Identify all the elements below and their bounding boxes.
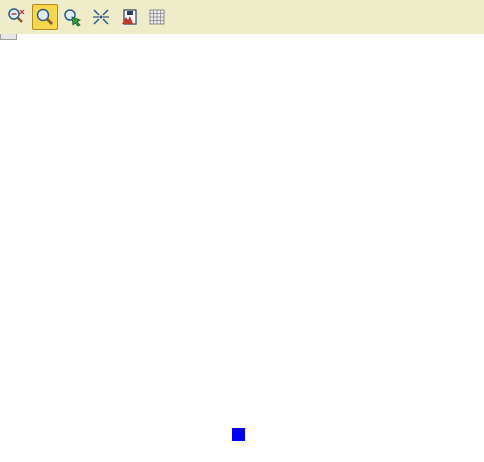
map-canvas[interactable]	[0, 34, 484, 462]
zoom-out-button[interactable]	[4, 4, 30, 30]
fit-extent-button[interactable]	[88, 4, 114, 30]
pan-button[interactable]	[60, 4, 86, 30]
grid-table-button[interactable]	[144, 4, 170, 30]
zoom-out-icon	[8, 8, 25, 23]
grid-table-icon	[149, 9, 165, 25]
panel-corner-tab[interactable]	[0, 34, 17, 40]
save-map-button[interactable]	[116, 4, 142, 30]
save-map-icon	[122, 9, 137, 25]
map-toolbar	[0, 0, 484, 34]
zoom-in-icon	[36, 8, 53, 25]
pan-icon	[64, 9, 81, 27]
zoom-in-button[interactable]	[32, 4, 58, 30]
fit-extent-icon	[93, 9, 109, 25]
map-point-marker[interactable]	[232, 428, 245, 441]
